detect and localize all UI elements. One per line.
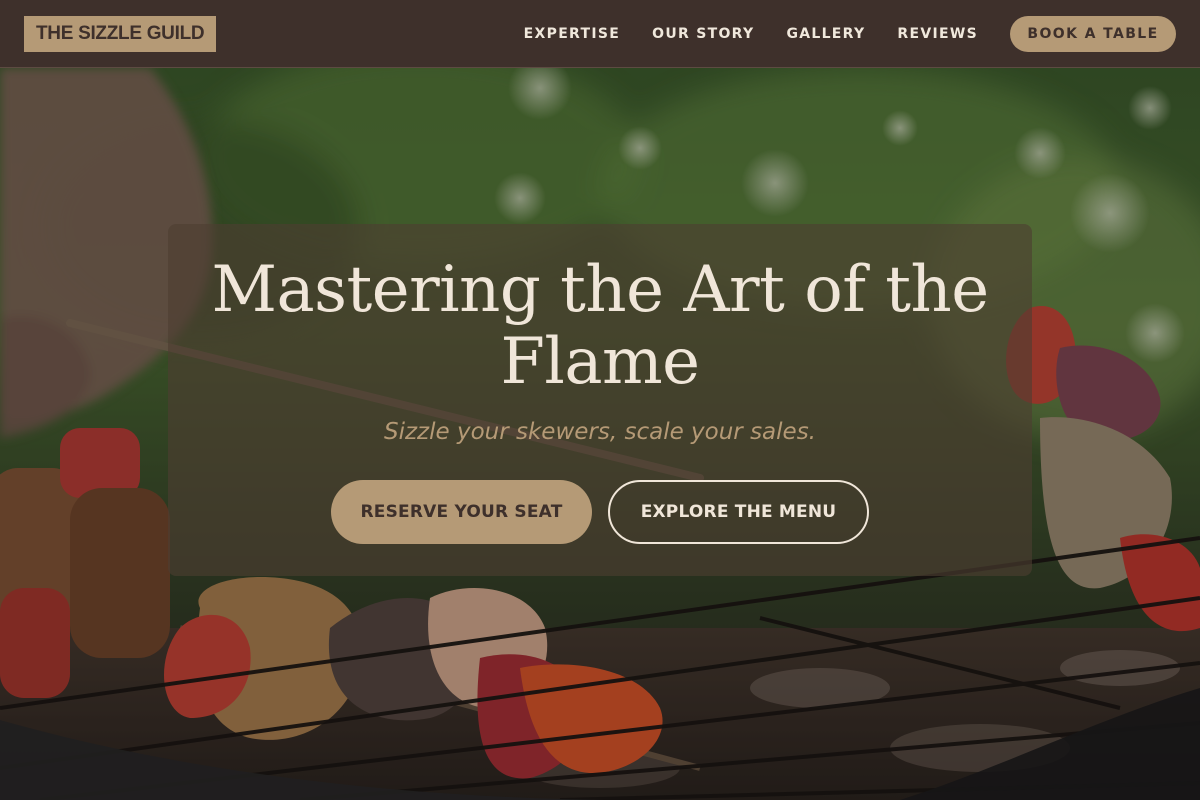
hero-card: Mastering the Art of the Flame Sizzle yo… bbox=[168, 224, 1032, 576]
main-nav: EXPERTISE OUR STORY GALLERY REVIEWS bbox=[524, 0, 978, 68]
hero-section: Mastering the Art of the Flame Sizzle yo… bbox=[0, 68, 1200, 800]
book-table-button[interactable]: BOOK A TABLE bbox=[1010, 16, 1176, 52]
nav-link-gallery[interactable]: GALLERY bbox=[786, 26, 865, 42]
nav-link-our-story[interactable]: OUR STORY bbox=[652, 26, 754, 42]
hero-title: Mastering the Art of the Flame bbox=[211, 253, 989, 399]
explore-menu-button[interactable]: EXPLORE THE MENU bbox=[608, 480, 869, 544]
hero-subtitle: Sizzle your skewers, scale your sales. bbox=[383, 419, 816, 445]
nav-link-reviews[interactable]: REVIEWS bbox=[897, 26, 978, 42]
site-logo[interactable]: THE SIZZLE GUILD bbox=[24, 16, 217, 52]
site-header: THE SIZZLE GUILD EXPERTISE OUR STORY GAL… bbox=[0, 0, 1200, 68]
reserve-seat-button[interactable]: RESERVE YOUR SEAT bbox=[331, 480, 592, 544]
nav-link-expertise[interactable]: EXPERTISE bbox=[524, 26, 620, 42]
